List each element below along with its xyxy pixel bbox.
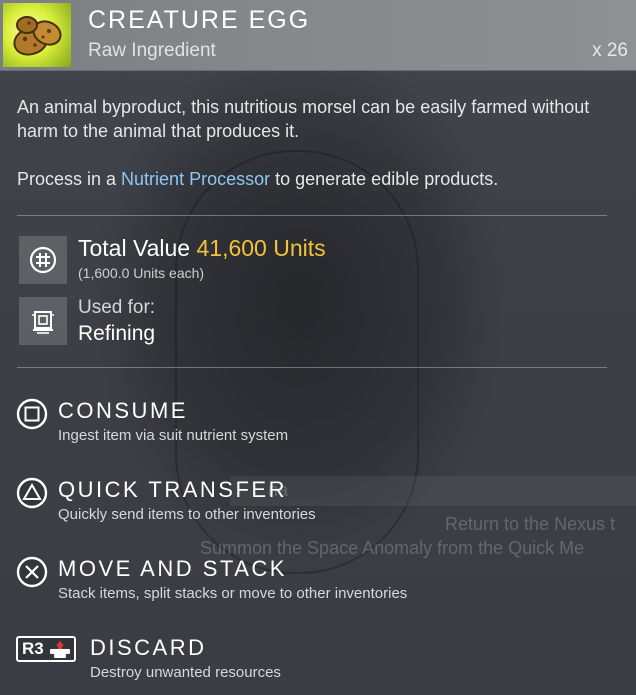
item-category: Raw Ingredient [88,40,216,61]
creature-egg-icon [3,3,71,67]
discard-description: Destroy unwanted resources [90,664,281,681]
quick-transfer-description: Quickly send items to other inventories [58,506,316,523]
total-value: Total Value 41,600 Units [78,235,326,261]
divider [17,367,607,368]
consume-action[interactable]: CONSUME Ingest item via suit nutrient sy… [16,398,616,458]
cross-button-icon [16,556,48,588]
quick-transfer-label: QUICK TRANSFER [58,477,287,502]
r3-button-icon: R3 [16,636,76,662]
move-and-stack-label: MOVE AND STACK [58,556,287,581]
quick-transfer-action[interactable]: QUICK TRANSFER Quickly send items to oth… [16,477,616,537]
item-name: CREATURE EGG [88,6,311,34]
total-value-amount: 41,600 Units [196,235,326,261]
units-icon [19,236,67,284]
used-for-label: Used for: [78,297,156,318]
discard-action[interactable]: R3 DISCARD Destroy unwanted resources [16,635,616,695]
refiner-icon [19,297,67,345]
item-quantity: x 26 [592,40,628,61]
nutrient-processor-link[interactable]: Nutrient Processor [121,169,270,189]
triangle-button-icon [16,477,48,509]
consume-description: Ingest item via suit nutrient system [58,427,289,444]
unit-value: (1,600.0 Units each) [78,265,205,281]
used-for-value: Refining [78,322,156,345]
item-description: An animal byproduct, this nutritious mor… [17,97,590,141]
square-button-icon [16,398,48,430]
discard-label: DISCARD [90,635,207,660]
item-header: CREATURE EGG Raw Ingredient x 26 [0,0,636,71]
divider [17,215,607,216]
move-and-stack-action[interactable]: MOVE AND STACK Stack items, split stacks… [16,556,616,616]
move-and-stack-description: Stack items, split stacks or move to oth… [58,585,408,602]
item-processing-hint: Process in a Nutrient Processor to gener… [17,169,499,189]
consume-label: CONSUME [58,398,188,423]
